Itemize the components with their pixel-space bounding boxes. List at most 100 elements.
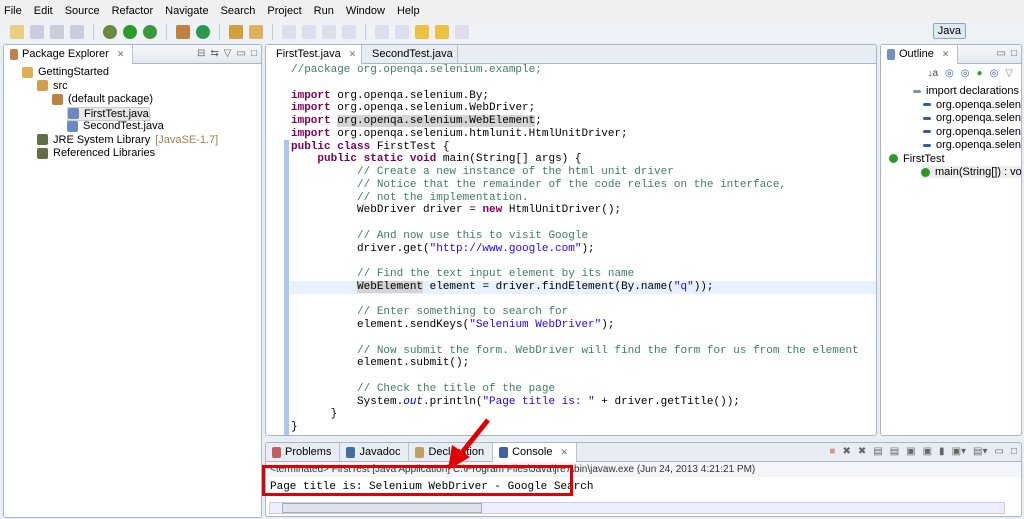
search-icon[interactable] xyxy=(249,25,263,39)
menu-refactor[interactable]: Refactor xyxy=(112,5,154,17)
tab-console[interactable]: Console ✕ xyxy=(493,443,577,462)
terminate-icon[interactable]: ■ xyxy=(829,446,835,457)
menu-navigate[interactable]: Navigate xyxy=(165,5,208,17)
code-token: //package org.openqa.selenium.example; xyxy=(291,64,542,76)
tab-problems[interactable]: Problems xyxy=(266,443,341,462)
hide-local-types-icon[interactable]: ◎ xyxy=(990,68,999,80)
save-icon[interactable] xyxy=(30,25,44,39)
collapse-all-icon[interactable]: ⊟ xyxy=(197,48,205,59)
link-editor-icon[interactable]: ⇆ xyxy=(210,48,218,59)
hide-nonpublic-icon[interactable]: ● xyxy=(977,68,983,80)
maximize-icon[interactable]: □ xyxy=(1011,48,1017,59)
code-line: // And now use this to visit Google xyxy=(290,230,876,243)
new-icon[interactable] xyxy=(10,25,24,39)
open-type-icon[interactable] xyxy=(229,25,243,39)
remove-launch-icon[interactable]: ✖ xyxy=(842,446,850,457)
tree-item[interactable]: GettingStarted xyxy=(22,66,109,78)
close-icon[interactable]: ✕ xyxy=(349,49,357,60)
tab-package-explorer[interactable]: Package Explorer ✕ xyxy=(4,45,134,64)
run-icon[interactable] xyxy=(123,25,137,39)
hide-static-icon[interactable]: ◎ xyxy=(961,68,970,80)
print-icon[interactable] xyxy=(70,25,84,39)
remove-all-icon[interactable]: ✖ xyxy=(858,446,866,457)
minimize-icon[interactable]: ▭ xyxy=(997,48,1006,59)
toggle-mark-icon[interactable] xyxy=(282,25,296,39)
code-token: } xyxy=(291,421,298,433)
code-area[interactable]: //package org.openqa.selenium.example; i… xyxy=(290,64,876,435)
outline-item[interactable]: main(String[]) : void xyxy=(921,166,1021,178)
menu-search[interactable]: Search xyxy=(221,5,256,17)
next-annotation-icon[interactable] xyxy=(375,25,389,39)
open-console-icon[interactable]: ▤▾ xyxy=(973,446,987,457)
new-class-icon[interactable] xyxy=(196,25,210,39)
close-icon[interactable]: ✕ xyxy=(560,447,568,458)
tree-item[interactable]: JRE System Library [JavaSE-1.7] xyxy=(37,134,218,146)
debug-icon[interactable] xyxy=(103,25,117,39)
highlight-icon[interactable] xyxy=(302,25,316,39)
menu-run[interactable]: Run xyxy=(314,5,334,17)
block-selection-icon[interactable] xyxy=(322,25,336,39)
maximize-icon[interactable]: □ xyxy=(1011,446,1017,457)
code-line: driver.get("http://www.google.com"); xyxy=(290,243,876,256)
menu-source[interactable]: Source xyxy=(65,5,100,17)
run-external-icon[interactable] xyxy=(143,25,157,39)
save-all-icon[interactable] xyxy=(50,25,64,39)
code-token: .println( xyxy=(423,395,483,408)
menu-file[interactable]: File xyxy=(4,5,22,17)
minimize-icon[interactable]: ▭ xyxy=(995,446,1004,457)
outline-item-label: org.openqa.seleniu xyxy=(936,125,1022,138)
close-icon[interactable]: ✕ xyxy=(942,49,950,60)
tab-secondtest-java[interactable]: SecondTest.java xyxy=(362,45,458,64)
hide-fields-icon[interactable]: ◎ xyxy=(945,68,954,80)
whitespace-icon[interactable] xyxy=(342,25,356,39)
menu-project[interactable]: Project xyxy=(267,5,301,17)
code-line: import org.openqa.selenium.htmlunit.Html… xyxy=(290,128,876,141)
outline-item[interactable]: org.openqa.seleniu xyxy=(923,99,1021,111)
outline-item[interactable]: org.openqa.seleniu xyxy=(923,112,1021,124)
display-console-icon[interactable]: ▣▾ xyxy=(952,446,966,457)
back-icon[interactable] xyxy=(435,25,449,39)
outline-item[interactable]: org.openqa.seleniu xyxy=(923,139,1021,151)
forward-icon[interactable] xyxy=(455,25,469,39)
tree-item[interactable]: FirstTest.java xyxy=(67,106,150,121)
problems-icon xyxy=(272,446,281,458)
menu-help[interactable]: Help xyxy=(397,5,420,17)
tab-javadoc[interactable]: Javadoc xyxy=(340,443,410,462)
outline-item[interactable]: FirstTest xyxy=(889,153,945,165)
pin-console-icon[interactable]: ▮ xyxy=(939,446,945,457)
code-line: } xyxy=(290,408,876,421)
tree-item[interactable]: (default package) xyxy=(52,93,153,105)
source-folder-icon xyxy=(37,80,48,91)
code-token: public xyxy=(291,140,331,153)
view-menu-icon[interactable]: ▽ xyxy=(224,48,232,59)
word-wrap-icon[interactable]: ▤ xyxy=(890,446,899,457)
show-on-output-icon[interactable]: ▣ xyxy=(906,446,915,457)
horizontal-scrollbar[interactable] xyxy=(269,502,1005,514)
last-edit-icon[interactable] xyxy=(415,25,429,39)
menu-edit[interactable]: Edit xyxy=(34,5,53,17)
tab-firsttest-java[interactable]: FirstTest.java ✕ xyxy=(266,45,362,64)
close-icon[interactable]: ✕ xyxy=(117,49,125,60)
scroll-lock-icon[interactable]: ▤ xyxy=(873,446,882,457)
outline-item[interactable]: org.openqa.seleniu xyxy=(923,125,1022,138)
perspective-java[interactable]: Java xyxy=(932,23,966,39)
outline-item[interactable]: import declarations xyxy=(913,85,1019,97)
view-menu-icon[interactable]: ▽ xyxy=(1005,68,1013,80)
tree-item[interactable]: Referenced Libraries xyxy=(37,147,155,159)
minimize-icon[interactable]: ▭ xyxy=(237,48,246,59)
show-on-error-icon[interactable]: ▣ xyxy=(923,446,932,457)
maximize-icon[interactable]: □ xyxy=(251,48,257,59)
prev-annotation-icon[interactable] xyxy=(395,25,409,39)
java-file-icon xyxy=(68,108,79,119)
tree-item[interactable]: SecondTest.java xyxy=(67,120,164,132)
menu-window[interactable]: Window xyxy=(346,5,385,17)
tree-item[interactable]: src xyxy=(37,80,68,92)
tab-outline[interactable]: Outline ✕ xyxy=(881,45,959,64)
outline-item-label: import declarations xyxy=(926,85,1019,97)
sort-icon[interactable]: ↓a xyxy=(927,68,938,80)
new-package-icon[interactable] xyxy=(176,25,190,39)
